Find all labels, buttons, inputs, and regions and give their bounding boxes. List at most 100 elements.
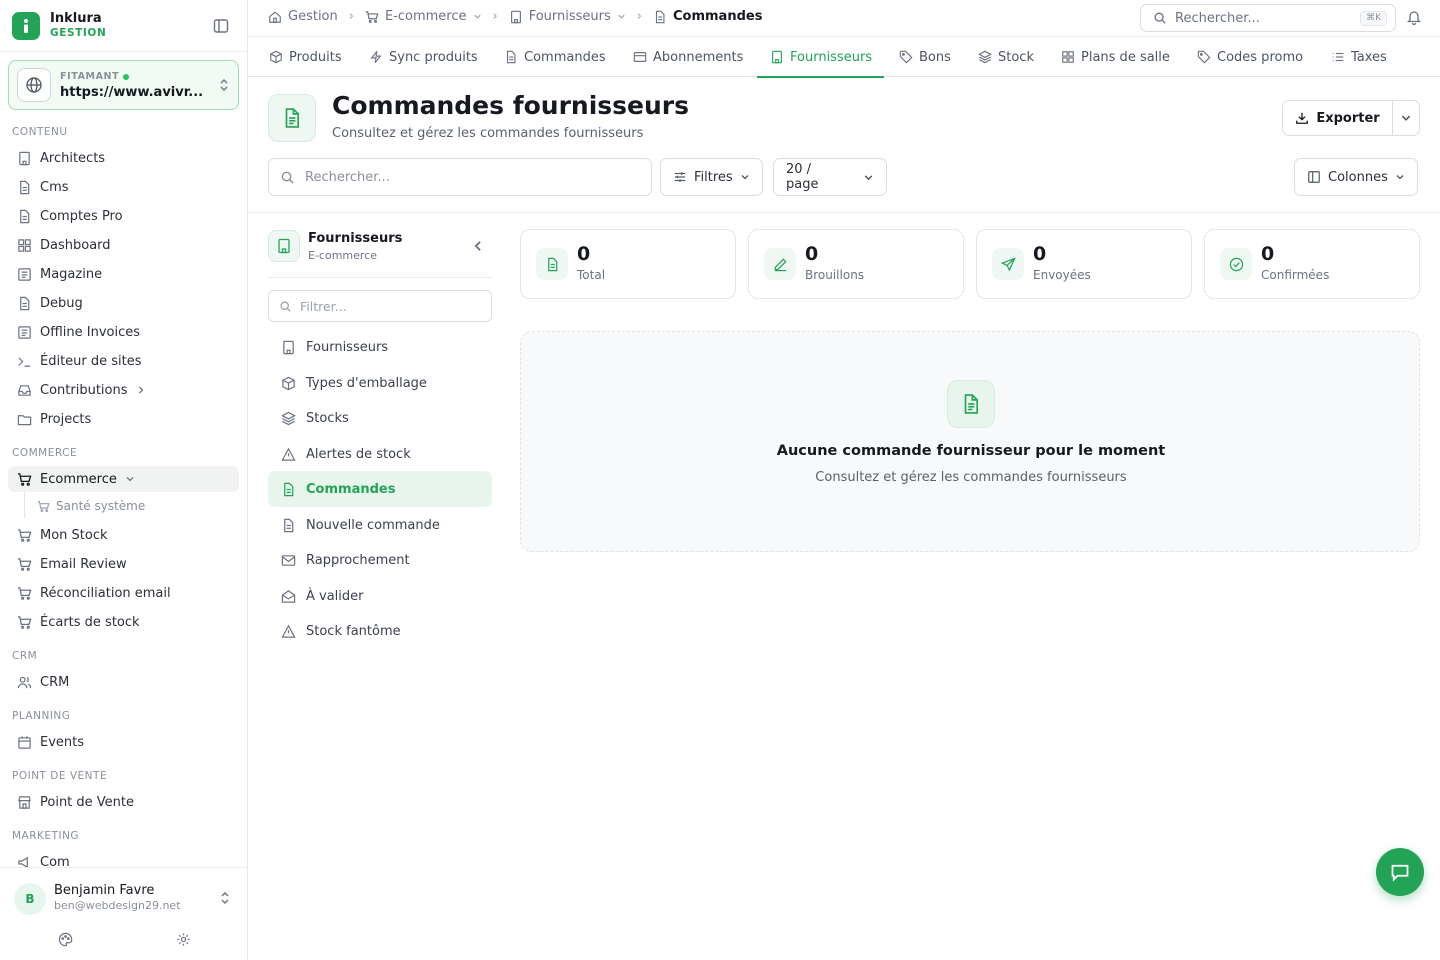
subnav-item-nouvelle-commande[interactable]: Nouvelle commande — [268, 507, 492, 543]
list-icon — [1330, 50, 1345, 65]
section-label-crm: CRM — [12, 650, 38, 662]
sidebar-subitem-sante[interactable]: Santé système — [36, 495, 145, 517]
columns-button[interactable]: Colonnes — [1294, 158, 1418, 196]
page-title: Commandes fournisseurs — [332, 91, 689, 120]
section-label-contenu: CONTENU — [12, 126, 68, 138]
tab-commandes[interactable]: Commandes — [503, 37, 606, 77]
global-search-input[interactable]: Rechercher... ⌘K — [1140, 4, 1396, 32]
export-dropdown-button[interactable] — [1393, 101, 1419, 135]
export-button[interactable]: Exporter — [1283, 101, 1393, 135]
submenu-line — [24, 492, 25, 518]
sidebar-item-reconciliation[interactable]: Réconciliation email — [8, 580, 239, 606]
cart-icon — [16, 556, 32, 572]
stat-label: Total — [577, 268, 606, 282]
brand-subtitle: GESTION — [50, 27, 107, 39]
sidebar-item-cms[interactable]: Cms — [8, 174, 239, 200]
newspaper-icon — [16, 266, 32, 282]
layers-icon — [280, 410, 296, 426]
avatar: B — [14, 883, 46, 915]
subnav-item-fournisseurs[interactable]: Fournisseurs — [268, 329, 492, 365]
tab-abonnements[interactable]: Abonnements — [632, 37, 743, 77]
status-dot — [123, 74, 130, 80]
breadcrumb-separator: › — [636, 9, 642, 24]
tab-fournisseurs[interactable]: Fournisseurs — [756, 37, 885, 78]
sidebar-item-offline-invoices[interactable]: Offline Invoices — [8, 319, 239, 345]
per-page-select[interactable]: 20 / page — [773, 158, 887, 196]
sidebar-item-magazine[interactable]: Magazine — [8, 261, 239, 287]
subnav-item-alertes-stock[interactable]: Alertes de stock — [268, 436, 492, 472]
inbox-icon — [16, 382, 32, 398]
tab-codes-promo[interactable]: Codes promo — [1196, 37, 1303, 77]
empty-state-subtitle: Consultez et gérez les commandes fournis… — [815, 470, 1127, 485]
chevron-updown-icon — [218, 77, 230, 93]
box-icon — [280, 375, 296, 391]
subnav-filter-input[interactable]: Filtrer... — [268, 290, 492, 322]
subnav-item-types-emballage[interactable]: Types d'emballage — [268, 365, 492, 401]
sidebar-item-events[interactable]: Events — [8, 729, 239, 755]
file-icon — [280, 481, 296, 497]
gear-icon[interactable] — [175, 931, 191, 947]
sidebar-item-projects[interactable]: Projects — [8, 406, 239, 432]
list-search-input[interactable]: Rechercher... — [268, 158, 652, 196]
sidebar-item-point-de-vente[interactable]: Point de Vente — [8, 789, 239, 815]
card-icon — [632, 50, 647, 65]
building-icon — [509, 10, 523, 24]
sidebar-item-dashboard[interactable]: Dashboard — [8, 232, 239, 258]
chevron-down-icon — [740, 172, 750, 182]
breadcrumb: Gestion › E-commerce › Fournisseurs › Co… — [268, 9, 762, 24]
bell-icon[interactable] — [1406, 9, 1422, 25]
cart-icon — [36, 499, 50, 513]
sidebar-item-comptes-pro[interactable]: Comptes Pro — [8, 203, 239, 229]
subnav-item-stock-fantome[interactable]: Stock fantôme — [268, 613, 492, 649]
tab-stock[interactable]: Stock — [977, 37, 1034, 77]
site-selector[interactable]: FITAMANT https://www.avivr... — [8, 60, 239, 110]
search-icon — [279, 300, 292, 313]
file-icon — [536, 248, 568, 280]
file-icon — [16, 208, 32, 224]
sidebar-item-ecarts-stock[interactable]: Écarts de stock — [8, 609, 239, 635]
chat-button[interactable] — [1376, 848, 1424, 896]
sidebar-item-ecommerce[interactable]: Ecommerce — [8, 466, 239, 492]
chevron-left-icon[interactable] — [471, 239, 485, 253]
zap-icon — [368, 50, 383, 65]
cart-icon — [16, 585, 32, 601]
stat-value: 0 — [1033, 243, 1047, 265]
pencil-icon — [764, 248, 796, 280]
brand[interactable]: Inklura GESTION — [12, 10, 106, 42]
tab-sync-produits[interactable]: Sync produits — [368, 37, 478, 77]
tab-plans-de-salle[interactable]: Plans de salle — [1060, 37, 1170, 77]
subnav-item-commandes[interactable]: Commandes — [268, 471, 492, 507]
top-bar: Gestion › E-commerce › Fournisseurs › Co… — [248, 0, 1440, 34]
section-label-marketing: MARKETING — [12, 830, 80, 842]
filters-button[interactable]: Filtres — [660, 158, 763, 196]
chevron-down-icon — [863, 172, 874, 183]
grid-icon — [1060, 50, 1075, 65]
sidebar-item-mon-stock[interactable]: Mon Stock — [8, 522, 239, 548]
breadcrumb-fournisseurs[interactable]: Fournisseurs — [509, 9, 626, 24]
sidebar-item-email-review[interactable]: Email Review — [8, 551, 239, 577]
breadcrumb-gestion[interactable]: Gestion — [268, 9, 338, 24]
stat-card-total: 0 Total — [520, 229, 736, 299]
subnav-item-a-valider[interactable]: À valider — [268, 578, 492, 614]
palette-icon[interactable] — [57, 931, 73, 947]
shortcut-badge: ⌘K — [1360, 11, 1387, 26]
user-menu[interactable]: B Benjamin Favre ben@webdesign29.net — [0, 867, 247, 960]
chevron-down-icon — [473, 12, 482, 21]
brand-name: Inklura — [50, 11, 102, 26]
search-icon — [280, 170, 295, 185]
tab-bons[interactable]: Bons — [898, 37, 951, 77]
subnav-item-stocks[interactable]: Stocks — [268, 400, 492, 436]
breadcrumb-ecommerce[interactable]: E-commerce — [365, 9, 482, 24]
tab-produits[interactable]: Produits — [268, 37, 342, 77]
sidebar-item-debug[interactable]: Debug — [8, 290, 239, 316]
sidebar-item-crm[interactable]: CRM — [8, 669, 239, 695]
chat-icon — [1391, 864, 1409, 882]
sidebar-item-architects[interactable]: Architects — [8, 145, 239, 171]
sidebar-toggle-icon[interactable] — [212, 17, 230, 35]
sidebar-item-contributions[interactable]: Contributions — [8, 377, 239, 403]
sidebar-item-editeur-sites[interactable]: Éditeur de sites — [8, 348, 239, 374]
breadcrumb-separator: › — [348, 9, 354, 24]
breadcrumb-current: Commandes — [653, 9, 762, 24]
tab-taxes[interactable]: Taxes — [1330, 37, 1387, 77]
subnav-item-rapprochement[interactable]: Rapprochement — [268, 542, 492, 578]
